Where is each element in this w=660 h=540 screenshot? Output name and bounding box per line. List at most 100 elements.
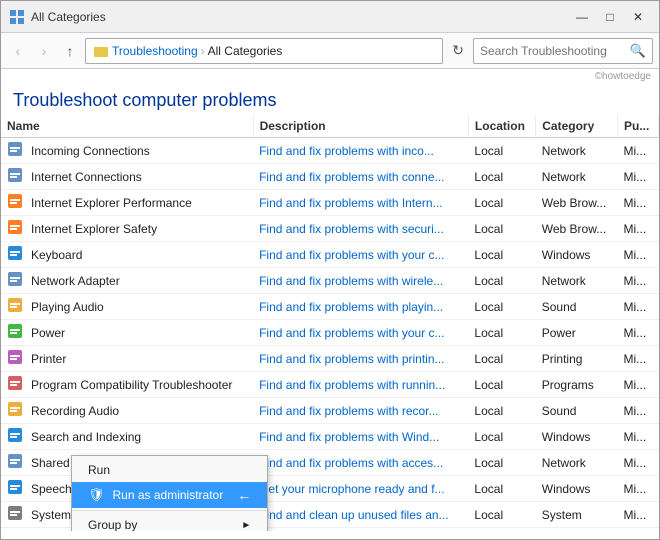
row-description: Find and fix problems with inco... (253, 138, 468, 164)
row-icon-cell (1, 294, 25, 320)
row-description: Find and fix problems with your c... (253, 320, 468, 346)
title-bar: All Categories — □ ✕ (1, 1, 659, 33)
row-location: Local (468, 164, 535, 190)
row-icon-cell (1, 528, 25, 532)
row-icon-cell (1, 268, 25, 294)
row-location: Local (468, 320, 535, 346)
row-description: Find and fix problems with recor... (253, 398, 468, 424)
address-path[interactable]: Troubleshooting › All Categories (85, 38, 443, 64)
row-description: Find and fix problems with securi... (253, 216, 468, 242)
table-header: Name Description Location Category Pu... (1, 115, 659, 138)
table-row[interactable]: Internet Explorer Safety Find and fix pr… (1, 216, 659, 242)
row-icon-cell (1, 476, 25, 502)
context-run[interactable]: Run (72, 458, 267, 482)
row-location: Local (468, 138, 535, 164)
col-name[interactable]: Name (1, 115, 253, 138)
row-icon-cell (1, 450, 25, 476)
row-location: Local (468, 268, 535, 294)
row-description: Find and fix problems with runnin... (253, 372, 468, 398)
path-item-2: All Categories (208, 44, 283, 58)
col-publisher[interactable]: Pu... (617, 115, 658, 138)
row-publisher: Mi... (617, 502, 658, 528)
table-row[interactable]: Incoming Connections Find and fix proble… (1, 138, 659, 164)
row-description: Find and clean up unused files an... (253, 502, 468, 528)
item-icon (7, 401, 23, 417)
row-publisher: Mi... (617, 190, 658, 216)
row-icon-cell (1, 320, 25, 346)
row-icon-cell (1, 138, 25, 164)
window-controls: — □ ✕ (569, 7, 651, 27)
row-publisher: Mi... (617, 268, 658, 294)
row-location: Local (468, 424, 535, 450)
table-row[interactable]: Playing Audio Find and fix problems with… (1, 294, 659, 320)
row-location: Local (468, 346, 535, 372)
context-menu: Run 🛡 Run as administrator ← Group by ► (71, 455, 268, 531)
item-icon (7, 271, 23, 287)
row-description: Get your microphone ready and f... (253, 476, 468, 502)
table-row[interactable]: Network Adapter Find and fix problems wi… (1, 268, 659, 294)
item-icon (7, 193, 23, 209)
row-description: Find and fix problems with playin... (253, 294, 468, 320)
address-bar: ‹ › ↑ Troubleshooting › All Categories ↻… (1, 33, 659, 69)
item-icon (7, 141, 23, 157)
close-button[interactable]: ✕ (625, 7, 651, 27)
col-category[interactable]: Category (536, 115, 618, 138)
search-input[interactable] (480, 44, 630, 58)
row-name: Internet Connections (25, 164, 253, 190)
minimize-button[interactable]: — (569, 7, 595, 27)
item-icon (7, 479, 23, 495)
row-description: Find and fix problems with acces... (253, 450, 468, 476)
row-location: Local (468, 450, 535, 476)
table-row[interactable]: Keyboard Find and fix problems with your… (1, 242, 659, 268)
row-location: Local (468, 528, 535, 532)
row-icon-cell (1, 190, 25, 216)
row-category: Printing (536, 346, 618, 372)
row-category: Web Brow... (536, 216, 618, 242)
table-row[interactable]: Recording Audio Find and fix problems wi… (1, 398, 659, 424)
row-name: Keyboard (25, 242, 253, 268)
table-container: Name Description Location Category Pu...… (1, 115, 659, 531)
row-name: Search and Indexing (25, 424, 253, 450)
row-icon-cell (1, 242, 25, 268)
row-description: Find and fix problems with wirele... (253, 268, 468, 294)
folder-icon (94, 44, 108, 58)
context-group-by[interactable]: Group by ► (72, 513, 267, 531)
window-title: All Categories (31, 10, 106, 24)
refresh-button[interactable]: ↻ (447, 40, 469, 62)
row-category: Windows (536, 476, 618, 502)
row-icon-cell (1, 216, 25, 242)
row-name: Internet Explorer Performance (25, 190, 253, 216)
search-box: 🔍 (473, 38, 653, 64)
table-row[interactable]: Internet Connections Find and fix proble… (1, 164, 659, 190)
row-name: Network Adapter (25, 268, 253, 294)
row-icon-cell (1, 372, 25, 398)
item-icon (7, 323, 23, 339)
row-publisher: Mi... (617, 346, 658, 372)
path-separator: › (201, 44, 205, 58)
back-button[interactable]: ‹ (7, 40, 29, 62)
context-run-admin[interactable]: 🛡 Run as administrator ← (72, 482, 267, 508)
row-publisher: Mi... (617, 320, 658, 346)
row-publisher: Mi... (617, 424, 658, 450)
table-row[interactable]: Program Compatibility Troubleshooter Fin… (1, 372, 659, 398)
search-icon: 🔍 (630, 43, 646, 59)
row-name: Internet Explorer Safety (25, 216, 253, 242)
col-location[interactable]: Location (468, 115, 535, 138)
maximize-button[interactable]: □ (597, 7, 623, 27)
table-row[interactable]: Internet Explorer Performance Find and f… (1, 190, 659, 216)
table-row[interactable]: Search and Indexing Find and fix problem… (1, 424, 659, 450)
row-publisher: Mi... (617, 450, 658, 476)
item-icon (7, 505, 23, 521)
row-location: Local (468, 398, 535, 424)
table-row[interactable]: Power Find and fix problems with your c.… (1, 320, 659, 346)
col-description[interactable]: Description (253, 115, 468, 138)
context-separator (72, 510, 267, 511)
row-icon-cell (1, 346, 25, 372)
row-location: Local (468, 190, 535, 216)
table-row[interactable]: Printer Find and fix problems with print… (1, 346, 659, 372)
forward-button[interactable]: › (33, 40, 55, 62)
group-by-label: Group by (88, 518, 137, 531)
up-button[interactable]: ↑ (59, 40, 81, 62)
row-name: Power (25, 320, 253, 346)
row-location: Local (468, 476, 535, 502)
